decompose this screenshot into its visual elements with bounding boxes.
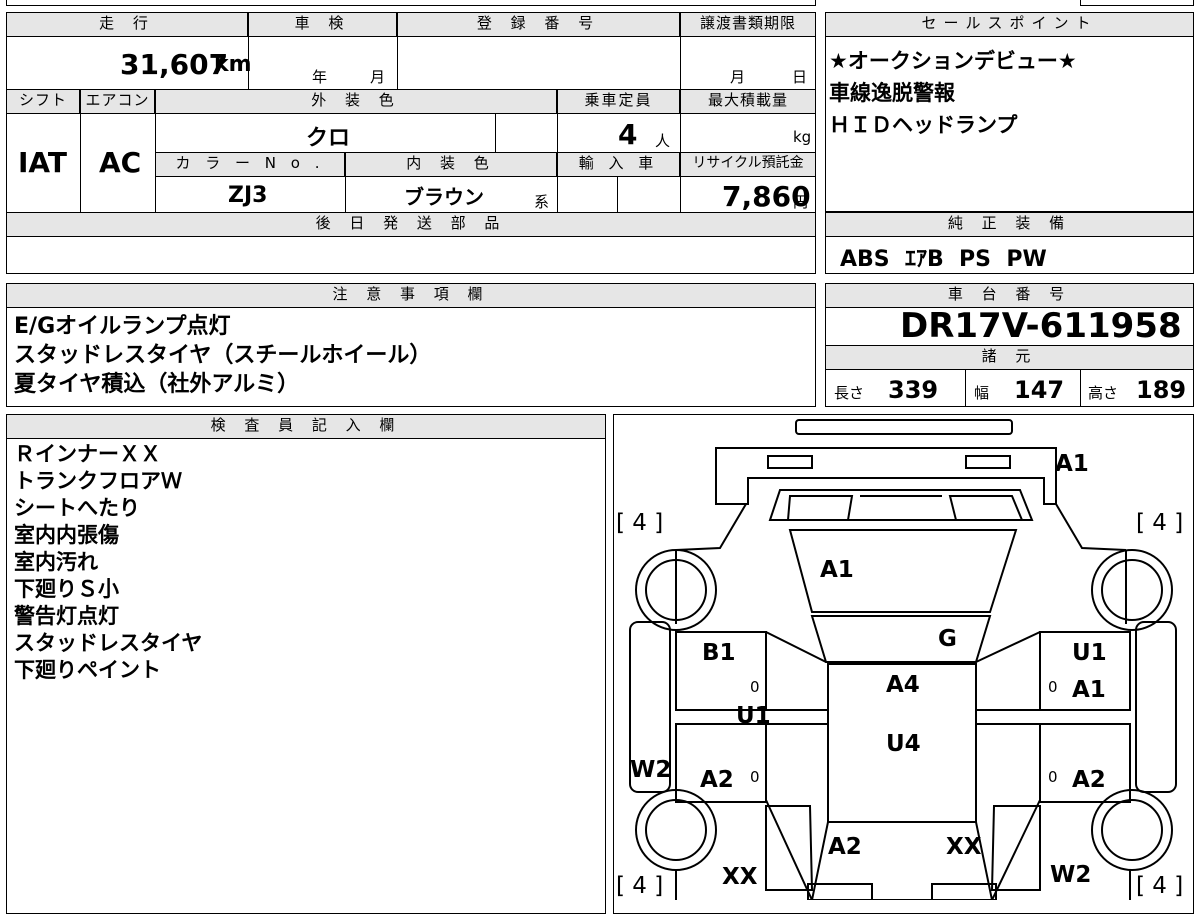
exterior-color-value: クロ xyxy=(306,126,351,151)
tire-tread-front-right: [ 4 ] xyxy=(1136,873,1184,899)
zero-mark: 0 xyxy=(1048,768,1058,786)
registration-header: 登 録 番 号 xyxy=(397,12,680,37)
standard-equipment-value: ABS ｴｱB PS PW xyxy=(840,247,1047,272)
sales-points-list: ★オークションデビュー★ 車線逸脱警報 ＨＩＤヘッドランプ xyxy=(829,45,1077,141)
inspector-note: 下廻りＳ小 xyxy=(14,577,119,601)
inspector-notes-list: ＲインナーＸＸ トランクフロアＷ シートへたり 室内内張傷 室内汚れ 下廻りＳ小… xyxy=(14,441,202,684)
recycle-fee-unit: 円 xyxy=(793,193,809,211)
rear-spoiler-shape xyxy=(795,419,1013,435)
zero-mark: 0 xyxy=(750,678,760,696)
width-label: 幅 xyxy=(974,384,990,402)
damage-right-front-door: A2 xyxy=(1072,767,1106,793)
inspection-header: 車 検 xyxy=(248,12,397,37)
sales-point-item: 車線逸脱警報 xyxy=(829,81,955,105)
shift-header: シフト xyxy=(6,89,80,114)
note-item: スタッドレスタイヤ（スチールホイール） xyxy=(14,343,432,368)
roof-rear-shape xyxy=(810,615,992,663)
capacity-value: 4 xyxy=(618,118,638,151)
inspector-note: 警告灯点灯 xyxy=(14,604,119,628)
top-clipped-cell-right xyxy=(1080,0,1194,6)
interior-color-suffix: 系 xyxy=(534,193,550,211)
capacity-unit: 人 xyxy=(655,132,671,150)
rear-hatch-shape xyxy=(768,489,1034,521)
top-clipped-cell xyxy=(6,0,816,6)
damage-right-fender: W2 xyxy=(1050,862,1092,888)
sales-points-header: セールスポイント xyxy=(825,12,1194,37)
inspector-note: トランクフロアＷ xyxy=(14,469,182,493)
car-diagram xyxy=(629,419,1177,900)
recycle-fee-header: リサイクル預託金 xyxy=(680,152,816,177)
aircon-value: AC xyxy=(99,146,142,179)
standard-equipment-header: 純 正 装 備 xyxy=(825,212,1194,237)
right-sill-shape xyxy=(1135,621,1177,793)
damage-right-rear-door-a: A1 xyxy=(1072,677,1106,703)
height-label: 高さ xyxy=(1088,384,1119,402)
rear-light-strip-left xyxy=(786,495,854,521)
note-item: E/Gオイルランプ点灯 xyxy=(14,314,231,339)
chassis-no-value: DR17V-611958 xyxy=(900,306,1182,346)
damage-pillar-left: U1 xyxy=(736,703,771,729)
transfer-day-label: 日 xyxy=(792,68,808,86)
width-value: 147 xyxy=(1014,376,1065,404)
aircon-header: エアコン xyxy=(80,89,155,114)
inspector-note: スタッドレスタイヤ xyxy=(14,631,203,655)
rear-lamp-left xyxy=(767,455,813,469)
sales-point-item: ＨＩＤヘッドランプ xyxy=(829,113,1018,137)
color-no-header: カ ラ ー N o . xyxy=(155,152,345,177)
mileage-unit: km xyxy=(214,52,252,77)
shift-value: IAT xyxy=(18,146,68,179)
mileage-value: 31,607 xyxy=(120,48,229,81)
damage-right-rear-door-u: U1 xyxy=(1072,640,1107,666)
damage-roof-g: G xyxy=(938,626,957,652)
sales-point-item: ★オークションデビュー★ xyxy=(829,49,1077,73)
color-no-value: ZJ3 xyxy=(228,183,268,208)
max-load-header: 最大積載量 xyxy=(680,89,816,114)
notes-list: E/Gオイルランプ点灯 スタッドレスタイヤ（スチールホイール） 夏タイヤ積込（社… xyxy=(14,312,431,399)
zero-mark: 0 xyxy=(1048,678,1058,696)
damage-hood: A2 xyxy=(828,834,862,860)
inspector-note: 室内内張傷 xyxy=(14,523,119,547)
capacity-header: 乗車定員 xyxy=(557,89,680,114)
transfer-month-label: 月 xyxy=(730,68,746,86)
zero-mark: 0 xyxy=(750,768,760,786)
max-load-unit: kg xyxy=(793,128,812,146)
damage-left-sill: W2 xyxy=(630,757,672,783)
import-header: 輸 入 車 xyxy=(557,152,680,177)
rear-light-strip-right xyxy=(948,495,1024,521)
interior-color-header: 内 装 色 xyxy=(345,152,557,177)
length-label: 長さ xyxy=(834,384,865,402)
length-value: 339 xyxy=(888,376,939,404)
inspector-note: ＲインナーＸＸ xyxy=(14,442,161,466)
chassis-no-header: 車 台 番 号 xyxy=(825,283,1194,308)
wheel-front-right xyxy=(1091,789,1173,871)
inspector-note: 室内汚れ xyxy=(14,550,98,574)
inspector-note: 下廻りペイント xyxy=(14,658,161,682)
damage-rear-glass: A1 xyxy=(820,557,854,583)
rear-lamp-right xyxy=(965,455,1011,469)
damage-roof-front: U4 xyxy=(886,731,921,757)
note-item: 夏タイヤ積込（社外アルミ） xyxy=(14,372,300,397)
height-value: 189 xyxy=(1136,376,1187,404)
damage-rear-bumper: A1 xyxy=(1055,451,1089,477)
damage-front-right: XX xyxy=(946,834,982,860)
mileage-header: 走 行 xyxy=(6,12,248,37)
damage-left-front-door: A2 xyxy=(700,767,734,793)
inspection-month-label: 月 xyxy=(370,68,386,86)
notes-header: 注 意 事 項 欄 xyxy=(6,283,816,308)
exterior-color-header: 外 装 色 xyxy=(155,89,557,114)
inspector-note: シートへたり xyxy=(14,496,140,520)
inspector-header: 検 査 員 記 入 欄 xyxy=(6,414,606,439)
wheel-rear-right xyxy=(1091,549,1173,631)
specs-header: 諸 元 xyxy=(825,345,1194,370)
damage-front-left-fender: XX xyxy=(722,864,758,890)
later-parts-header: 後 日 発 送 部 品 xyxy=(6,212,816,237)
interior-color-value: ブラウン xyxy=(404,185,484,209)
tire-tread-rear-left: [ 4 ] xyxy=(616,510,664,536)
inspection-year-label: 年 xyxy=(312,68,328,86)
damage-roof: A4 xyxy=(886,672,920,698)
tire-tread-front-left: [ 4 ] xyxy=(616,873,664,899)
transfer-deadline-header: 譲渡書類期限 xyxy=(680,12,816,37)
tire-tread-rear-right: [ 4 ] xyxy=(1136,510,1184,536)
damage-left-rear-door: B1 xyxy=(702,640,736,666)
